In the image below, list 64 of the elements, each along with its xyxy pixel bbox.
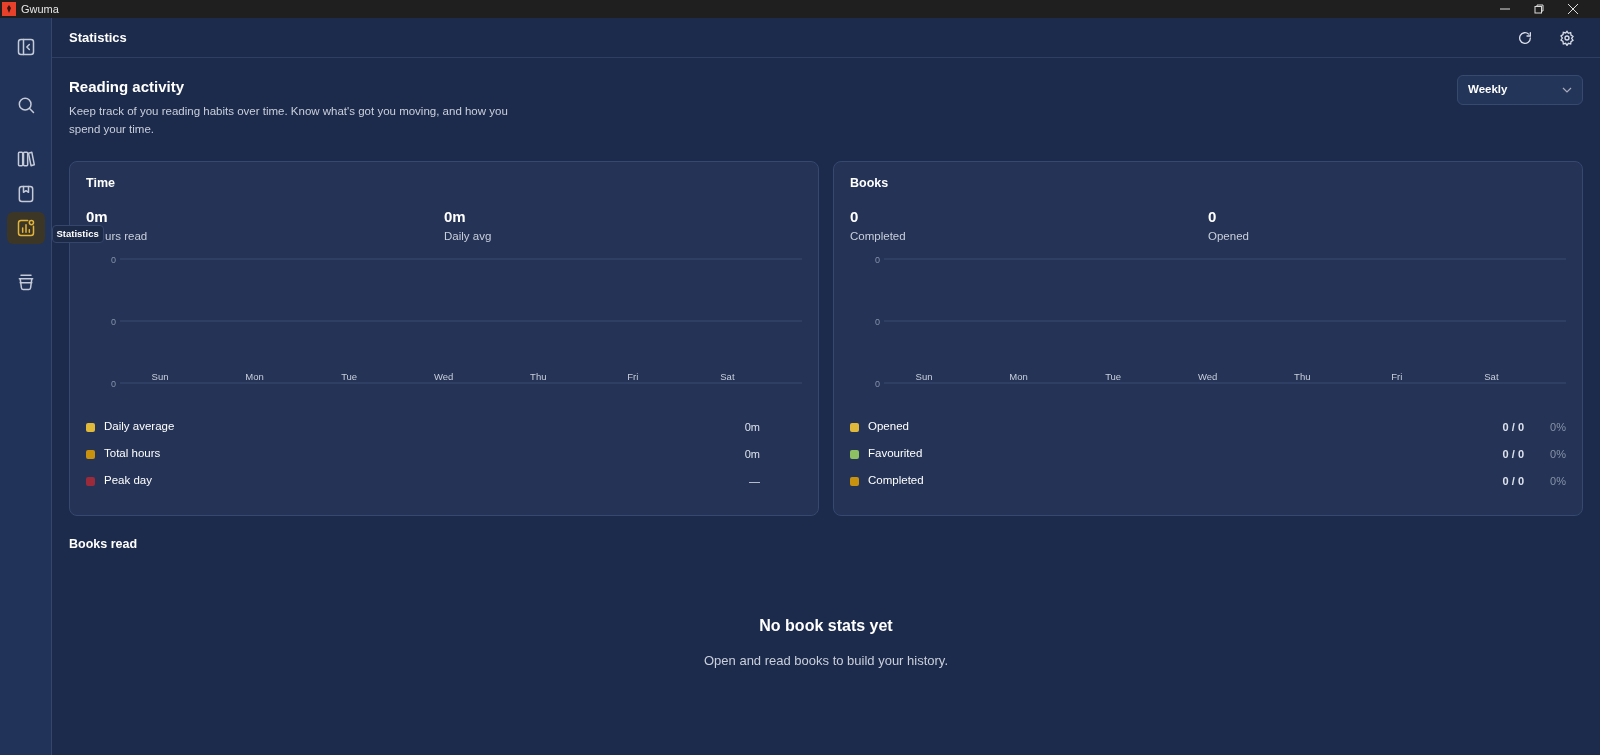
books-icon xyxy=(15,149,36,169)
axis-tick-label: Fri xyxy=(1391,371,1403,382)
axis-tick-label: 0 xyxy=(111,379,116,389)
axis-tick-label: 0 xyxy=(875,255,880,265)
tooltip: Statistics xyxy=(51,225,104,244)
axis-tick-label: Sat xyxy=(1484,371,1499,382)
app-logo-icon xyxy=(2,2,16,16)
chevron-down-icon xyxy=(1562,87,1572,93)
axis-tick-label: Thu xyxy=(1294,371,1311,382)
axis-tick-label: Tue xyxy=(341,371,358,382)
settings-icon[interactable] xyxy=(1559,29,1575,46)
empty-state-title: No book stats yet xyxy=(759,615,893,636)
axis-tick-label: 0 xyxy=(111,317,116,327)
restore-icon[interactable] xyxy=(1534,4,1544,14)
axis-tick-label: Fri xyxy=(627,371,639,382)
page-title: Statistics xyxy=(69,28,127,47)
axis-tick-label: Sun xyxy=(915,371,933,382)
legend-value: 0 / 0 xyxy=(1502,419,1524,435)
axis-tick-label: Tue xyxy=(1105,371,1122,382)
axis-tick-label: Mon xyxy=(1009,371,1028,382)
axis-tick-label: 0 xyxy=(111,255,116,265)
axis-tick-label: Mon xyxy=(245,371,264,382)
sidebar-item[interactable] xyxy=(6,212,45,244)
statistics-icon xyxy=(15,218,36,238)
stat-label: Daily avg xyxy=(444,228,493,244)
legend-percent: 0% xyxy=(1549,446,1566,462)
legend-value: 0m xyxy=(744,446,760,462)
close-icon[interactable] xyxy=(1568,4,1578,14)
legend-label: Daily average xyxy=(104,419,175,435)
panel-collapse-icon xyxy=(15,37,36,57)
legend-label: Peak day xyxy=(104,473,152,489)
legend-value: — xyxy=(749,473,760,489)
axis-tick-label: 0 xyxy=(875,379,880,389)
legend-label: Total hours xyxy=(104,446,161,462)
stat-label: Opened xyxy=(1208,228,1250,244)
card-title: Time xyxy=(86,175,116,192)
stat-label: urs read xyxy=(105,228,149,244)
legend-percent: 0% xyxy=(1549,419,1566,435)
legend-label: Favourited xyxy=(868,446,923,462)
refresh-icon[interactable] xyxy=(1517,29,1533,46)
empty-state-text: Open and read books to build your history. xyxy=(704,651,948,670)
legend-value: 0 / 0 xyxy=(1502,473,1524,489)
stat-value: 0m xyxy=(86,207,109,226)
axis-tick-label: Sun xyxy=(151,371,169,382)
period-dropdown[interactable]: Weekly xyxy=(1457,75,1583,105)
stat-label: Completed xyxy=(850,228,907,244)
stat-value: 0m xyxy=(444,207,467,226)
stat-value: 0 xyxy=(850,207,860,226)
section-title: Reading activity xyxy=(69,77,186,97)
legend-label: Opened xyxy=(868,419,909,435)
axis-tick-label: Sat xyxy=(720,371,735,382)
card-title: Books xyxy=(850,175,890,192)
axis-tick-label: 0 xyxy=(875,317,880,327)
legend-label: Completed xyxy=(868,473,924,489)
window-title: Gwuma xyxy=(21,1,59,17)
legend-value: 0 / 0 xyxy=(1502,446,1524,462)
section-description: Keep track of you reading habits over time. Know what's got you moving, and how you spend your time. xyxy=(69,104,509,137)
legend-value: 0m xyxy=(744,419,760,435)
section-title: Books read xyxy=(69,536,139,553)
axis-tick-label: Wed xyxy=(434,371,454,382)
stat-value: 0 xyxy=(1208,207,1218,226)
axis-tick-label: Wed xyxy=(1198,371,1218,382)
axis-tick-label: Thu xyxy=(530,371,547,382)
legend-percent: 0% xyxy=(1549,473,1566,489)
